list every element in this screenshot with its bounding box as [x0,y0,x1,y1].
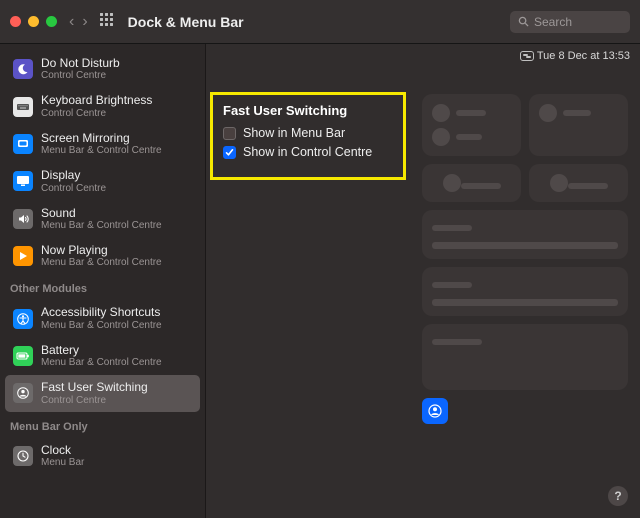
sidebar-item-screen-mirroring[interactable]: Screen MirroringMenu Bar & Control Centr… [5,126,200,162]
option-show-in-menu-bar[interactable]: Show in Menu Bar [223,126,393,140]
sidebar-item-sublabel: Menu Bar & Control Centre [41,257,162,269]
system-preferences-window: ‹ › Dock & Menu Bar Search Do Not Distur… [0,0,640,518]
sidebar-item-accessibility-shortcuts[interactable]: Accessibility ShortcutsMenu Bar & Contro… [5,300,200,336]
checkbox[interactable] [223,127,236,140]
close-button[interactable] [10,16,21,27]
panel-title: Fast User Switching [223,103,393,118]
user-switching-badge[interactable] [422,398,448,424]
content: Do Not DisturbControl CentreKeyboard Bri… [0,44,640,518]
sidebar-item-sublabel: Menu Bar & Control Centre [41,220,162,232]
sidebar-item-label: Accessibility Shortcuts [41,305,162,319]
user-icon [13,383,33,403]
control-centre-preview [422,94,628,424]
sidebar-item-sublabel: Menu Bar & Control Centre [41,145,162,157]
sidebar-item-label: Do Not Disturb [41,56,120,70]
back-button[interactable]: ‹ [69,14,74,30]
sidebar-item-label: Sound [41,206,162,220]
sidebar-group-title: Menu Bar Only [0,413,205,437]
sidebar-item-display[interactable]: DisplayControl Centre [5,163,200,199]
mirror-icon [13,134,33,154]
sidebar-item-sound[interactable]: SoundMenu Bar & Control Centre [5,201,200,237]
display-icon [13,171,33,191]
sidebar-item-sublabel: Control Centre [41,108,152,120]
checkbox[interactable] [223,146,236,159]
help-button[interactable]: ? [608,486,628,506]
kbd-icon [13,97,33,117]
sidebar-item-label: Display [41,168,106,182]
sidebar-item-sublabel: Menu Bar [41,457,84,469]
sidebar: Do Not DisturbControl CentreKeyboard Bri… [0,44,206,518]
sidebar-item-label: Fast User Switching [41,380,148,394]
play-icon [13,246,33,266]
sound-icon [13,209,33,229]
grid-icon [100,13,114,27]
search-icon [518,16,529,27]
sidebar-item-label: Keyboard Brightness [41,93,152,107]
menubar-clock[interactable]: Tue 8 Dec at 13:53 [537,50,630,62]
traffic-lights [10,16,57,27]
access-icon [13,309,33,329]
sidebar-item-label: Screen Mirroring [41,131,162,145]
zoom-button[interactable] [46,16,57,27]
titlebar: ‹ › Dock & Menu Bar Search [0,0,640,44]
window-title: Dock & Menu Bar [128,14,244,30]
sidebar-item-sublabel: Menu Bar & Control Centre [41,357,162,369]
sidebar-item-sublabel: Menu Bar & Control Centre [41,320,162,332]
nav-buttons: ‹ › [69,14,88,30]
fast-user-switching-panel: Fast User Switching Show in Menu Bar Show… [210,92,406,180]
moon-icon [13,59,33,79]
sidebar-item-sublabel: Control Centre [41,70,120,82]
user-icon [428,404,442,418]
battery-icon [13,346,33,366]
search-field[interactable]: Search [510,11,630,33]
option-show-in-control-centre[interactable]: Show in Control Centre [223,145,393,159]
sidebar-item-label: Clock [41,443,84,457]
sidebar-item-do-not-disturb[interactable]: Do Not DisturbControl Centre [5,51,200,87]
sidebar-item-fast-user-switching[interactable]: Fast User SwitchingControl Centre [5,375,200,411]
sidebar-item-label: Now Playing [41,243,162,257]
option-label: Show in Menu Bar [243,126,345,140]
sidebar-group-title: Other Modules [0,275,205,299]
option-label: Show in Control Centre [243,145,372,159]
sidebar-item-clock[interactable]: ClockMenu Bar [5,438,200,474]
forward-button[interactable]: › [82,14,87,30]
sidebar-item-battery[interactable]: BatteryMenu Bar & Control Centre [5,338,200,374]
main-panel: Tue 8 Dec at 13:53 Fast User Switching S… [206,44,640,518]
sidebar-item-label: Battery [41,343,162,357]
sidebar-item-sublabel: Control Centre [41,395,148,407]
sidebar-item-keyboard-brightness[interactable]: Keyboard BrightnessControl Centre [5,88,200,124]
sidebar-item-sublabel: Control Centre [41,183,106,195]
clock-icon [13,446,33,466]
minimise-button[interactable] [28,16,39,27]
control-centre-menubar-icon[interactable] [520,51,534,61]
show-all-button[interactable] [100,13,114,30]
sidebar-item-now-playing[interactable]: Now PlayingMenu Bar & Control Centre [5,238,200,274]
search-placeholder: Search [534,15,572,29]
